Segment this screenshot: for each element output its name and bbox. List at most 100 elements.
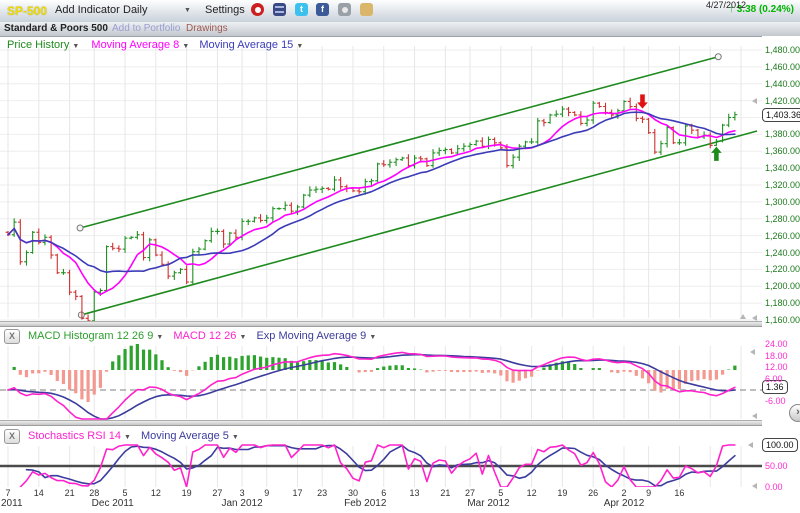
macd-histogram-bar xyxy=(50,370,53,375)
axis-marker-icon xyxy=(752,315,757,321)
date-tick-label: 27 xyxy=(207,488,227,498)
date-tick-label: 21 xyxy=(435,488,455,498)
alerts-icon[interactable] xyxy=(251,3,264,16)
macd-histogram-bar xyxy=(216,355,219,370)
settings-button[interactable]: Settings xyxy=(205,4,245,16)
price-axis-label: 1,380.00 xyxy=(765,129,800,139)
macd-histogram-bar xyxy=(136,344,139,370)
macd-histogram-bar xyxy=(86,370,89,402)
month-label: Apr 2012 xyxy=(598,498,650,509)
macd-histogram-bar xyxy=(696,370,699,380)
macd-histogram-bar xyxy=(481,370,484,373)
database-icon[interactable] xyxy=(273,3,286,16)
macd-histogram-bar xyxy=(25,370,28,377)
macd-line xyxy=(8,352,735,419)
caret-icon[interactable]: ▼ xyxy=(156,334,163,341)
macd-histogram-bar xyxy=(524,370,527,378)
macd-histogram-bar xyxy=(13,367,16,370)
last-date-label: 4/27/2012 xyxy=(694,0,746,10)
macd-close-button[interactable]: X xyxy=(4,329,20,344)
macd-axis-label: -6.00 xyxy=(765,396,786,406)
macd-histogram-bar xyxy=(622,370,625,372)
price-axis-label: 1,220.00 xyxy=(765,264,800,274)
macd-histogram-bar xyxy=(493,370,496,373)
facebook-icon[interactable]: f xyxy=(316,3,329,16)
price-chart[interactable] xyxy=(0,36,762,323)
macd-histogram-bar xyxy=(247,355,250,370)
price-axis-label: 1,160.00 xyxy=(765,315,800,325)
caret-icon[interactable]: ▼ xyxy=(369,334,376,341)
drawing-handle[interactable] xyxy=(77,225,83,231)
add-indicator-button[interactable]: Add Indicator xyxy=(55,4,120,16)
date-tick-label: 30 xyxy=(343,488,363,498)
macd-histogram-bar xyxy=(160,360,163,370)
macd-histogram-bar xyxy=(573,364,576,370)
macd-line-dropdown[interactable]: MACD 12 26 ▼ xyxy=(173,330,246,342)
drawing-handle[interactable] xyxy=(715,54,721,60)
symbol-label[interactable]: SP-500 xyxy=(7,4,47,18)
macd-histogram-bar xyxy=(123,349,126,370)
stoch-rsi-dropdown[interactable]: Stochastics RSI 14 ▼ xyxy=(28,430,131,442)
macd-histogram-bar xyxy=(240,356,243,370)
macd-histogram-bar xyxy=(659,370,662,393)
macd-histogram-bar xyxy=(210,357,213,370)
price-axis-label: 1,460.00 xyxy=(765,62,800,72)
price-axis-label: 1,420.00 xyxy=(765,96,800,106)
stoch-close-button[interactable]: X xyxy=(4,429,20,444)
symbol-bar: Standard & Poors 500 Add to Portfolio Dr… xyxy=(0,22,800,37)
last-price-badge: 1,403.36 xyxy=(762,108,800,122)
caret-icon[interactable]: ▼ xyxy=(182,43,189,50)
macd-histogram-bar xyxy=(733,366,736,370)
caret-icon[interactable]: ▼ xyxy=(124,434,131,441)
macd-histogram-bar xyxy=(407,368,410,370)
period-dropdown[interactable]: Daily xyxy=(123,4,147,16)
macd-histogram-bar xyxy=(197,366,200,370)
macd-histogram-bar xyxy=(253,355,256,370)
panel-resize-divider[interactable] xyxy=(0,420,763,426)
macd-histogram-bar xyxy=(413,368,416,370)
caret-icon[interactable]: ▼ xyxy=(296,43,303,50)
period-caret-icon[interactable]: ▼ xyxy=(184,7,191,14)
macd-histogram-bar xyxy=(388,366,391,370)
scroll-right-button[interactable]: › xyxy=(789,404,800,422)
macd-histogram-bar xyxy=(222,357,225,370)
macd-histogram-bar xyxy=(130,346,133,370)
date-tick-label: 2 xyxy=(614,488,634,498)
caret-icon[interactable]: ▼ xyxy=(72,43,79,50)
time-axis: 7142128512192739172330613212751219262916… xyxy=(0,487,762,513)
price-axis-label: 1,340.00 xyxy=(765,163,800,173)
date-tick-label: 17 xyxy=(288,488,308,498)
macd-histogram-bar xyxy=(610,370,613,372)
caret-icon[interactable]: ▼ xyxy=(239,334,246,341)
macd-histogram-bar xyxy=(185,370,188,376)
axis-marker-icon xyxy=(748,442,753,448)
date-tick-label: 6 xyxy=(374,488,394,498)
month-label: Dec 2011 xyxy=(87,498,139,509)
macd-histogram-bar xyxy=(401,365,404,370)
ma8-dropdown[interactable]: Moving Average 8 ▼ xyxy=(91,39,189,51)
caret-icon[interactable]: ▼ xyxy=(232,434,239,441)
macd-histogram-bar xyxy=(74,370,77,393)
macd-histogram-bar xyxy=(518,370,521,381)
mail-icon[interactable] xyxy=(360,3,373,16)
add-to-portfolio-link[interactable]: Add to Portfolio xyxy=(112,23,180,34)
twitter-icon[interactable]: t xyxy=(295,3,308,16)
macd-histogram-bar xyxy=(438,370,441,371)
stoch-legend: X Stochastics RSI 14 ▼ Moving Average 5 ▼ xyxy=(4,429,239,444)
stoch-ma-dropdown[interactable]: Moving Average 5 ▼ xyxy=(141,430,239,442)
price-axis-label: 1,200.00 xyxy=(765,281,800,291)
macd-signal-dropdown[interactable]: Exp Moving Average 9 ▼ xyxy=(256,330,376,342)
macd-histogram-bar xyxy=(635,370,638,376)
drawing-handle[interactable] xyxy=(78,312,84,318)
macd-histogram-bar xyxy=(672,370,675,390)
macd-histogram-dropdown[interactable]: MACD Histogram 12 26 9 ▼ xyxy=(28,330,163,342)
db-stripe xyxy=(275,11,284,13)
ma15-dropdown[interactable]: Moving Average 15 ▼ xyxy=(199,39,303,51)
macd-histogram-bar xyxy=(345,367,348,370)
drawings-menu[interactable]: Drawings xyxy=(186,23,228,34)
price-history-dropdown[interactable]: Price History ▼ xyxy=(7,39,79,51)
camera-icon[interactable] xyxy=(338,3,351,16)
date-tick-label: 5 xyxy=(115,488,135,498)
macd-histogram-bar xyxy=(56,370,59,381)
macd-histogram-bar xyxy=(19,370,22,375)
